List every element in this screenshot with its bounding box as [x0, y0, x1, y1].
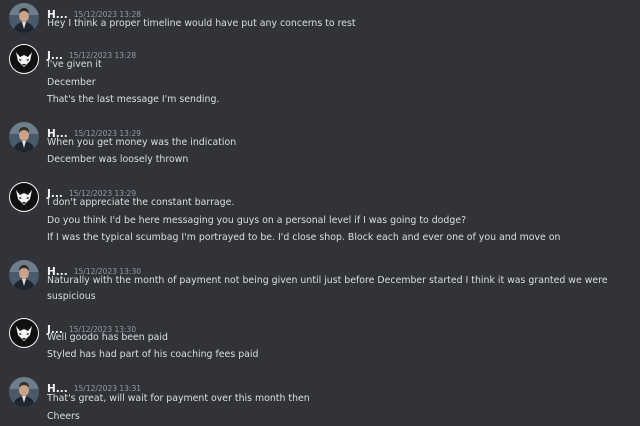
user-h-avatar[interactable] — [9, 377, 39, 407]
message-text: If I was the typical scumbag I'm portray… — [47, 232, 561, 243]
message-header: H... 15/12/2023 13:28 — [47, 3, 141, 21]
message-text: Cheers — [47, 411, 80, 422]
message-text: Styled has had part of his coaching fees… — [47, 349, 259, 360]
user-h-avatar[interactable] — [9, 122, 39, 152]
message-text: When you get money was the indication — [47, 137, 237, 148]
message-header: J... 15/12/2023 13:29 — [47, 182, 136, 200]
message-text: December — [47, 77, 96, 88]
user-j-wolf-avatar[interactable] — [9, 182, 39, 212]
chat-message-list: H... 15/12/2023 13:28 Hey I think a prope… — [0, 0, 640, 426]
message-header: J... 15/12/2023 13:28 — [47, 44, 136, 62]
message-text: I don't appreciate the constant barrage. — [47, 197, 235, 208]
message-text: I've given it — [47, 59, 102, 70]
user-j-wolf-avatar[interactable] — [9, 318, 39, 348]
message-text: Do you think I'd be here messaging you g… — [47, 215, 467, 226]
message-header: H... 15/12/2023 13:30 — [47, 260, 141, 278]
message-header: H... 15/12/2023 13:29 — [47, 122, 141, 140]
message-text: Well goodo has been paid — [47, 332, 168, 343]
user-h-avatar[interactable] — [9, 3, 39, 33]
message-text: That's great, will wait for payment over… — [47, 393, 310, 404]
user-h-avatar[interactable] — [9, 260, 39, 290]
message-text: Hey I think a proper timeline would have… — [47, 18, 356, 29]
user-j-wolf-avatar[interactable] — [9, 44, 39, 74]
message-text: That's the last message I'm sending. — [47, 94, 220, 105]
message-text: Naturally with the month of payment not … — [47, 275, 608, 302]
message-header: H... 15/12/2023 13:31 — [47, 377, 141, 395]
message-text: December was loosely thrown — [47, 154, 189, 165]
